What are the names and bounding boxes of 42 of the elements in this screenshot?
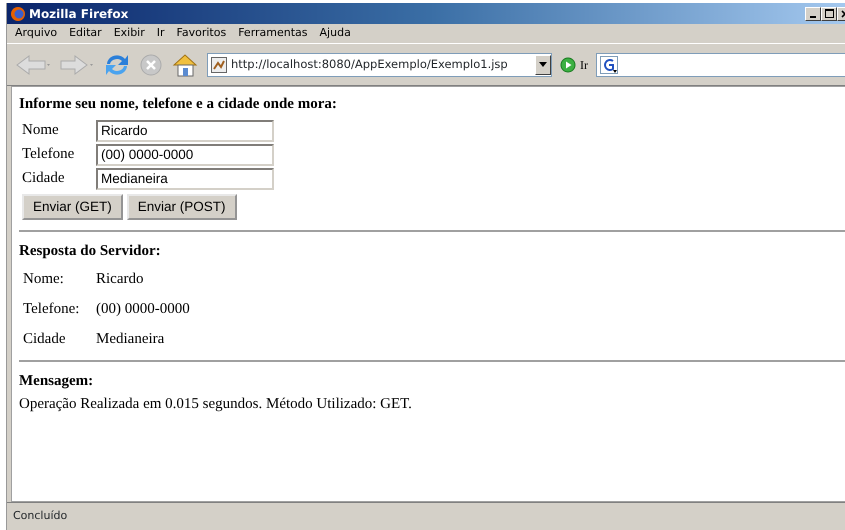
caret-icon	[539, 62, 547, 67]
menu-item[interactable]: Exibir	[108, 25, 151, 42]
result-label: Nome:	[23, 270, 65, 289]
input-field[interactable]: Ricardo	[96, 120, 274, 142]
page-icon	[211, 56, 227, 72]
minimize-button[interactable]	[805, 6, 821, 20]
field-label: Cidade	[22, 169, 66, 188]
result-value: Ricardo	[96, 270, 144, 289]
input-field[interactable]: (00) 0000-0000	[96, 144, 274, 166]
submit-button[interactable]: Enviar (GET)	[22, 194, 123, 220]
go-button[interactable]: Ir	[560, 56, 588, 74]
result-value: (00) 0000-0000	[96, 300, 190, 319]
field-label: Telefone	[22, 145, 76, 164]
message-text: Operação Realizada em 0.015 segundos. Método Utilizado: GET.	[19, 394, 413, 414]
search-field[interactable]	[596, 52, 845, 76]
address-text: http://localhost:8080/AppExemplo/Exemplo1.jsp	[231, 56, 508, 73]
minimize-icon	[810, 16, 816, 18]
browser-logo-icon	[10, 6, 26, 22]
window-title: Mozilla Firefox	[29, 6, 128, 22]
result-value: Medianeira	[96, 330, 164, 349]
result-label: Cidade	[23, 330, 66, 349]
menu-item[interactable]: Favoritos	[170, 25, 232, 42]
dropdown-button[interactable]	[535, 54, 551, 74]
input-field[interactable]: Medianeira	[96, 168, 274, 190]
home-icon[interactable]	[171, 52, 199, 78]
form-heading: Informe seu nome, telefone e a cidade onde mora:	[19, 95, 338, 114]
maximize-button[interactable]	[821, 6, 837, 20]
section-heading: Resposta do Servidor:	[19, 242, 162, 261]
submit-button[interactable]: Enviar (POST)	[126, 194, 237, 220]
search-engine-icon	[600, 56, 618, 74]
field-label: Nome	[22, 121, 60, 140]
section-heading: Mensagem:	[19, 372, 94, 392]
status-text: Concluído	[13, 508, 68, 524]
menu-item[interactable]: Ajuda	[314, 25, 357, 42]
menu-item[interactable]: Arquivo	[9, 25, 64, 42]
play-icon	[560, 56, 576, 72]
menu-item[interactable]: Editar	[63, 25, 108, 42]
address-bar[interactable]: http://localhost:8080/AppExemplo/Exemplo1.jsp	[207, 52, 552, 76]
menu-item[interactable]: Ir	[150, 25, 171, 42]
result-label: Telefone:	[23, 300, 80, 319]
maximize-icon	[824, 9, 834, 18]
menu-item[interactable]: Ferramentas	[232, 25, 314, 42]
